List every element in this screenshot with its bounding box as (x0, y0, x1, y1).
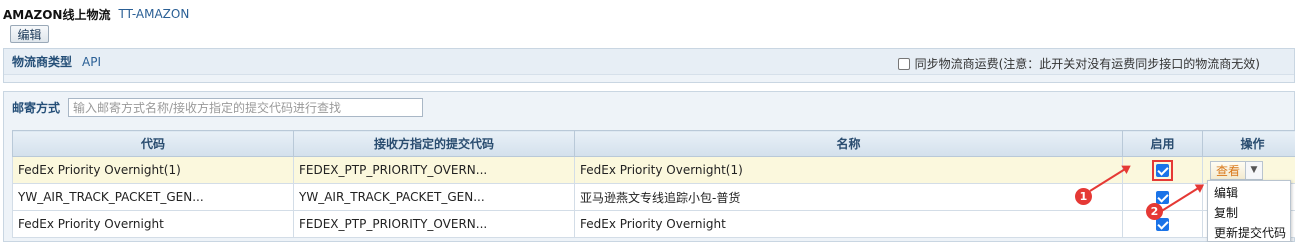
search-row: 邮寄方式 (12, 98, 424, 117)
annotation-badge-2: 2 (1146, 203, 1163, 220)
enabled-checkbox[interactable] (1156, 218, 1169, 231)
sync-freight-toggle[interactable]: 同步物流商运费(注意：此开关对没有运费同步接口的物流商无效) (897, 55, 1260, 72)
action-group: 查看 ▼ (1210, 160, 1264, 180)
carrier-panel: 物流商类型 API 同步物流商运费(注意：此开关对没有运费同步接口的物流商无效) (3, 48, 1295, 83)
sync-freight-label: 同步物流商运费(注意：此开关对没有运费同步接口的物流商无效) (914, 57, 1260, 71)
table-row[interactable]: FedEx Priority Overnight FEDEX_PTP_PRIOR… (12, 210, 1295, 238)
carrier-type-label: 物流商类型 (12, 55, 73, 69)
cell-submit-code: FEDEX_PTP_PRIORITY_OVERN... (293, 156, 575, 184)
annotation-badge-1: 1 (1075, 188, 1092, 205)
action-dropdown-menu: 编辑 复制 更新提交代码 (1207, 180, 1291, 242)
enabled-checkbox[interactable] (1156, 191, 1169, 204)
menu-item-copy[interactable]: 复制 (1208, 203, 1290, 223)
cell-code: YW_AIR_TRACK_PACKET_GEN... (12, 183, 294, 211)
carrier-type-value: API (82, 54, 101, 69)
enabled-checkbox[interactable] (1156, 163, 1169, 177)
sync-freight-checkbox[interactable] (897, 57, 910, 70)
cell-name: FedEx Priority Overnight (574, 210, 1123, 238)
shipping-method-label: 邮寄方式 (12, 101, 61, 115)
shipping-methods-panel: 邮寄方式 代码 接收方指定的提交代码 名称 启用 操作 FedEx Priori… (3, 91, 1295, 242)
col-header-name[interactable]: 名称 (574, 130, 1123, 157)
menu-item-update-submit-code[interactable]: 更新提交代码 (1208, 223, 1290, 242)
chevron-down-icon[interactable]: ▼ (1246, 160, 1264, 180)
view-button[interactable]: 查看 (1210, 160, 1247, 180)
cell-enabled (1122, 156, 1203, 184)
cell-code: FedEx Priority Overnight(1) (12, 156, 294, 184)
menu-item-edit[interactable]: 编辑 (1208, 183, 1290, 203)
cell-enabled (1122, 210, 1203, 238)
cell-submit-code: FEDEX_PTP_PRIORITY_OVERN... (293, 210, 575, 238)
edit-button[interactable]: 编辑 (10, 25, 49, 43)
cell-name: FedEx Priority Overnight(1) (574, 156, 1123, 184)
cell-enabled (1122, 183, 1203, 211)
col-header-actions: 操作 (1202, 130, 1295, 157)
table-row[interactable]: YW_AIR_TRACK_PACKET_GEN... YW_AIR_TRACK_… (12, 183, 1295, 211)
table-header-row: 代码 接收方指定的提交代码 名称 启用 操作 (12, 130, 1295, 157)
shipping-method-search-input[interactable] (68, 98, 424, 117)
cell-name: 亚马逊燕文专线追踪小包-普货 (574, 183, 1123, 211)
col-header-enabled[interactable]: 启用 (1122, 130, 1203, 157)
cell-code: FedEx Priority Overnight (12, 210, 294, 238)
carrier-code: TT-AMAZON (118, 7, 190, 21)
page-title: AMAZON线上物流 (3, 7, 111, 22)
highlight-box (1152, 159, 1173, 181)
page-header: AMAZON线上物流 TT-AMAZON (3, 6, 189, 22)
col-header-submit-code[interactable]: 接收方指定的提交代码 (293, 130, 575, 157)
table-row[interactable]: FedEx Priority Overnight(1) FEDEX_PTP_PR… (12, 156, 1295, 184)
col-header-code[interactable]: 代码 (12, 130, 294, 157)
cell-submit-code: YW_AIR_TRACK_PACKET_GEN... (293, 183, 575, 211)
